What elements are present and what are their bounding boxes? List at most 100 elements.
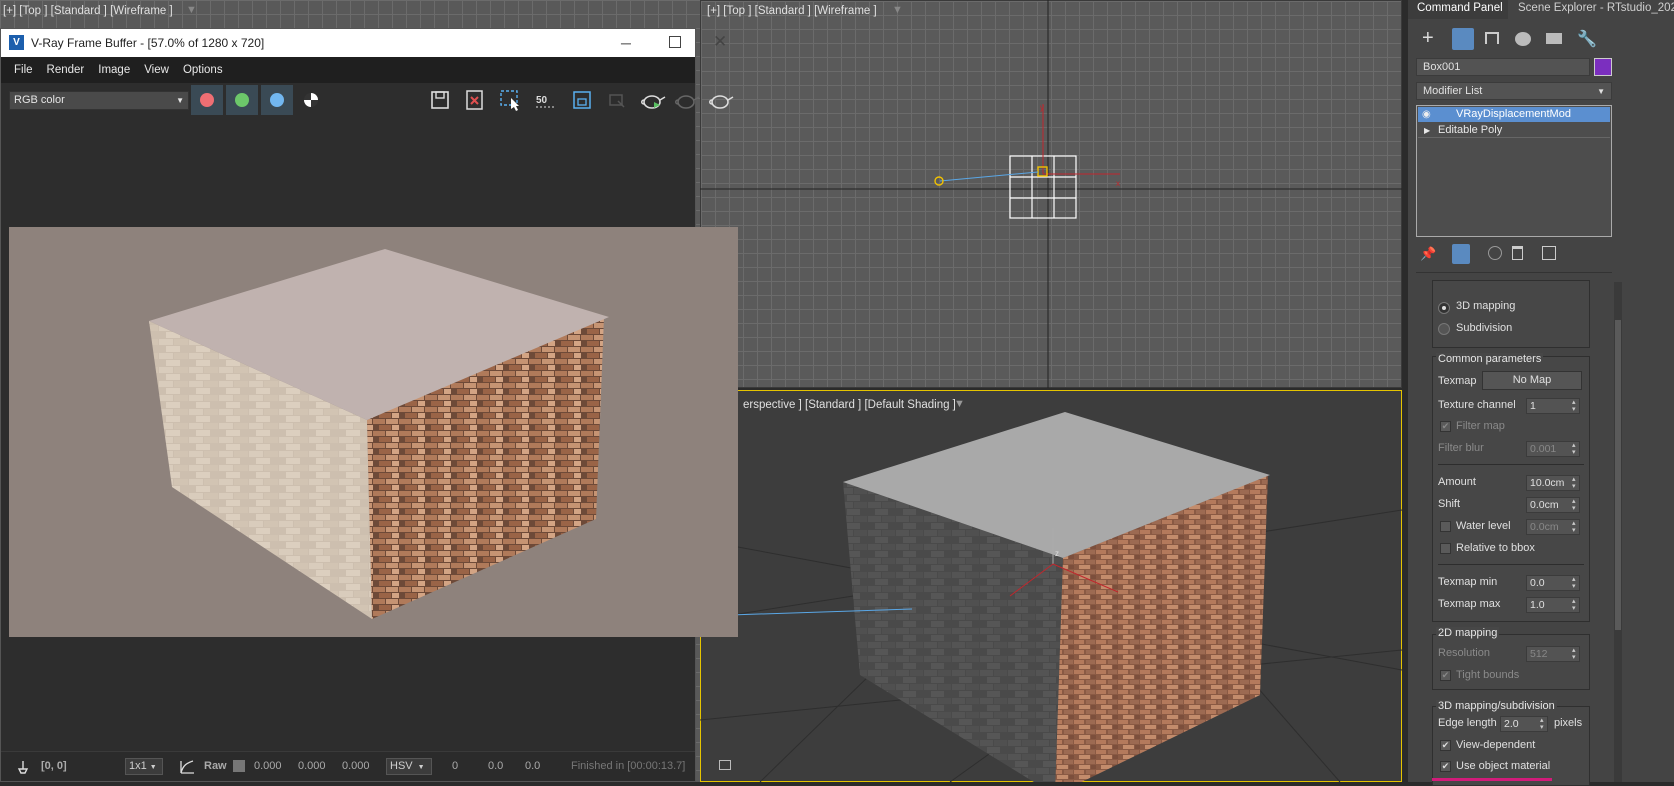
menu-image[interactable]: Image	[91, 64, 137, 76]
svg-text:z: z	[1055, 549, 1059, 558]
hsv-s-value: 0.0	[488, 760, 504, 772]
divider	[1438, 464, 1584, 465]
amount-input[interactable]: 10.0cm	[1526, 475, 1580, 491]
resolution-input[interactable]: 512	[1526, 646, 1580, 662]
texmap-min-input[interactable]: 0.0	[1526, 575, 1580, 591]
menu-view[interactable]: View	[137, 64, 176, 76]
hierarchy-icon[interactable]	[1485, 32, 1499, 44]
radio-subdivision[interactable]	[1438, 323, 1450, 335]
texmap-max-label: Texmap max	[1438, 598, 1501, 610]
edge-length-input[interactable]: 2.0	[1500, 716, 1548, 732]
alpha-toggle-icon[interactable]	[304, 93, 318, 107]
rendered-image	[9, 227, 738, 637]
perspective-scene: z	[700, 412, 1402, 782]
eye-icon[interactable]: ◉	[1422, 107, 1431, 122]
edge-length-label: Edge length	[1438, 717, 1497, 729]
close-icon[interactable]: ✕	[713, 32, 727, 52]
pin-stack-icon[interactable]: 📌	[1420, 246, 1436, 262]
texture-channel-label: Texture channel	[1438, 399, 1516, 411]
save-image-icon[interactable]	[429, 89, 451, 111]
vfb-statusbar: [0, 0] 1x1 ▼ Raw 0.000 0.000 0.000 HSV ▼ 0…	[1, 751, 731, 781]
svg-text:y: y	[1040, 103, 1044, 112]
viewport-top-left-label[interactable]: [+] [Top ] [Standard ] [Wireframe ]	[3, 5, 173, 17]
modify-icon[interactable]	[1452, 28, 1474, 50]
render-teapot-icon[interactable]	[639, 88, 667, 112]
filter-map-checkbox[interactable]: ✔	[1440, 421, 1451, 432]
vfb-titlebar[interactable]: V V-Ray Frame Buffer - [57.0% of 1280 x …	[1, 29, 727, 57]
log-icon[interactable]	[719, 760, 731, 770]
render-interactive-icon[interactable]	[673, 88, 701, 112]
cursor-pick-icon[interactable]	[15, 759, 31, 775]
texmap-max-input[interactable]: 1.0	[1526, 597, 1580, 613]
triangle-right-icon[interactable]: ▶	[1424, 123, 1430, 138]
use-object-material-checkbox[interactable]: ✔	[1440, 761, 1451, 772]
curve-icon[interactable]	[179, 759, 195, 775]
mapping-2d-group	[1432, 634, 1590, 690]
minimize-icon[interactable]: ─	[621, 35, 631, 51]
shift-input[interactable]: 0.0cm	[1526, 497, 1580, 513]
rollout-scroll-thumb[interactable]	[1615, 320, 1621, 630]
stack-item-editable-poly[interactable]: ▶ Editable Poly	[1418, 123, 1610, 138]
remove-modifier-icon[interactable]	[1512, 246, 1523, 260]
vray-logo-icon: V	[9, 35, 24, 50]
channel-select[interactable]: RGB color ▼	[9, 91, 189, 110]
tight-bounds-checkbox[interactable]: ✔	[1440, 670, 1451, 681]
command-panel: Command Panel Scene Explorer - RTstudio_…	[1408, 0, 1674, 786]
filter-blur-input[interactable]: 0.001	[1526, 441, 1580, 457]
render-time: Finished in [00:00:13.7]	[571, 760, 686, 772]
filter-icon[interactable]: ▼	[186, 4, 197, 16]
panel-icon-row: + 🔧	[1408, 24, 1674, 56]
texmap-button[interactable]: No Map	[1482, 371, 1582, 390]
water-level-input[interactable]: 0.0cm	[1526, 519, 1580, 535]
vfb-menubar: File Render Image View Options	[1, 57, 695, 83]
view-dependent-label: View-dependent	[1456, 739, 1536, 751]
chevron-down-icon: ▼	[176, 96, 184, 105]
green-channel-toggle[interactable]	[226, 85, 258, 115]
relative-bbox-checkbox[interactable]	[1440, 543, 1451, 554]
show-end-result-icon[interactable]	[1452, 244, 1470, 264]
color-mode-select[interactable]: HSV ▼	[386, 758, 432, 775]
configure-sets-icon[interactable]	[1542, 246, 1556, 260]
water-level-checkbox[interactable]	[1440, 521, 1451, 532]
track-mouse-icon[interactable]	[571, 89, 593, 111]
shift-label: Shift	[1438, 498, 1461, 510]
create-icon[interactable]: +	[1422, 27, 1434, 50]
tab-command-panel[interactable]: Command Panel	[1408, 0, 1508, 19]
water-level-label: Water level	[1456, 520, 1511, 532]
raw-g-value: 0.000	[298, 760, 326, 772]
sample-select[interactable]: 1x1 ▼	[125, 758, 163, 775]
utilities-icon[interactable]: 🔧	[1577, 29, 1597, 49]
svg-text:50: 50	[536, 95, 548, 106]
radio-3d-mapping[interactable]	[1438, 302, 1450, 314]
menu-render[interactable]: Render	[40, 64, 92, 76]
object-color-swatch[interactable]	[1594, 58, 1612, 76]
divider	[1438, 564, 1584, 565]
display-icon[interactable]	[1546, 33, 1562, 44]
menu-file[interactable]: File	[7, 64, 40, 76]
red-channel-toggle[interactable]	[191, 85, 223, 115]
svg-text:x: x	[1116, 179, 1120, 188]
raw-swatch	[233, 760, 245, 772]
zoom-50-icon[interactable]: 50	[534, 89, 560, 111]
motion-icon[interactable]	[1515, 32, 1531, 46]
region-render-icon[interactable]	[499, 89, 523, 111]
view-dependent-checkbox[interactable]: ✔	[1440, 740, 1451, 751]
tight-bounds-label: Tight bounds	[1456, 669, 1520, 681]
clear-image-icon[interactable]	[464, 89, 486, 111]
lock-region-icon[interactable]	[606, 89, 628, 111]
render-last-icon[interactable]	[707, 88, 735, 112]
menu-options[interactable]: Options	[176, 64, 230, 76]
maximize-icon[interactable]	[669, 36, 681, 48]
stack-item-vraydisplacement[interactable]: ◉ VRayDisplacementMod	[1418, 107, 1610, 122]
blue-channel-toggle[interactable]	[261, 85, 293, 115]
tab-scene-explorer[interactable]: Scene Explorer - RTstudio_2024	[1512, 0, 1674, 19]
vfb-toolbar: RGB color ▼ 50	[1, 83, 734, 117]
pixel-coords: [0, 0]	[41, 760, 67, 772]
make-unique-icon[interactable]	[1488, 246, 1502, 260]
object-name-input[interactable]: Box001	[1416, 58, 1590, 76]
chevron-down-icon: ▼	[149, 764, 157, 771]
texture-channel-input[interactable]: 1	[1526, 398, 1580, 414]
modifier-list-dropdown[interactable]: Modifier List ▼	[1416, 82, 1612, 100]
hsv-v-value: 0.0	[525, 760, 541, 772]
pixels-label: pixels	[1554, 717, 1583, 729]
